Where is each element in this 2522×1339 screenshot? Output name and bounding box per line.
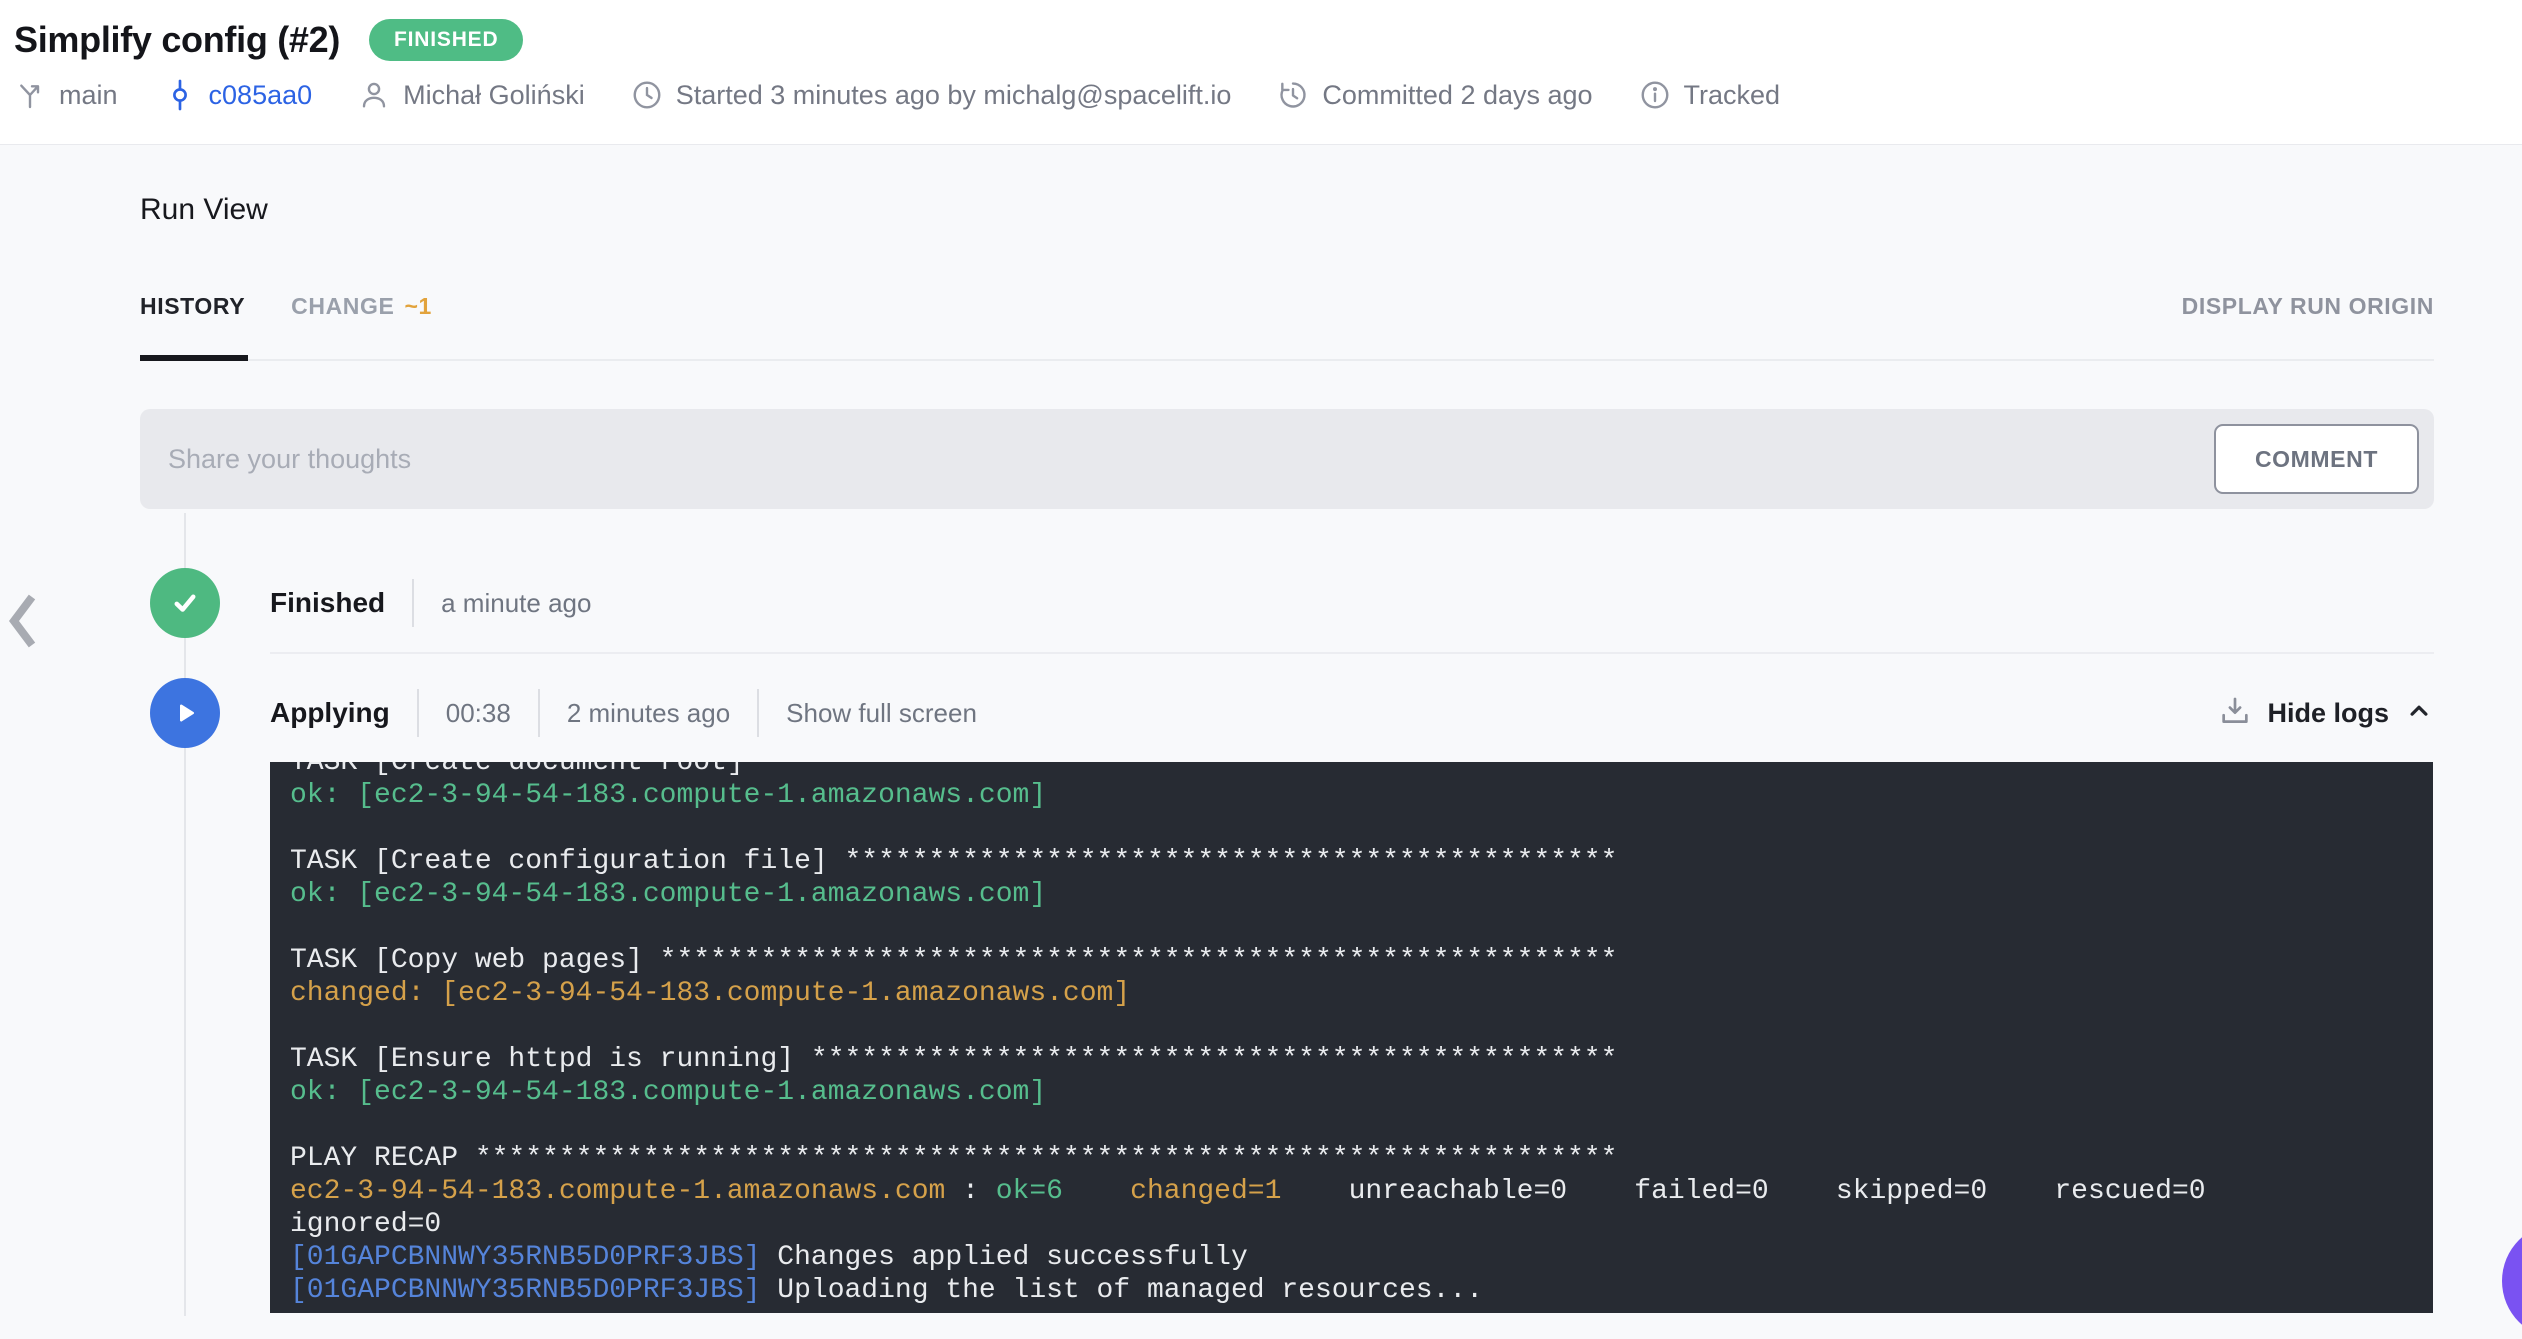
committed-text: Committed 2 days ago <box>1322 79 1593 110</box>
branch-meta: main <box>14 79 118 111</box>
applying-timestamp: 2 minutes ago <box>566 697 731 728</box>
section-heading: Run View <box>140 193 268 226</box>
commit-icon <box>164 79 196 111</box>
page-title: Simplify config (#2) <box>14 19 341 60</box>
log-line: PLAY RECAP *****************************… <box>290 1143 1618 1174</box>
download-logs-icon[interactable] <box>2218 694 2252 733</box>
run-view-panel: Run View HISTORY CHANGE ~1 DISPLAY RUN OR… <box>0 145 2522 1316</box>
log-line: ok: [ec2-3-94-54-183.compute-1.amazonaws… <box>290 879 1047 910</box>
active-tab-indicator <box>140 355 248 361</box>
commit-meta[interactable]: c085aa0 <box>164 79 313 111</box>
show-full-screen-link[interactable]: Show full screen <box>786 698 977 729</box>
committed-meta: Committed 2 days ago <box>1277 79 1593 111</box>
timeline-row-finished: Finished a minute ago <box>140 509 2434 652</box>
log-line: ok: [ec2-3-94-54-183.compute-1.amazonaws… <box>290 780 1047 811</box>
info-icon <box>1639 79 1671 111</box>
tracking-text: Tracked <box>1683 79 1781 110</box>
author-meta: Michał Goliński <box>358 79 585 111</box>
hide-logs-button[interactable]: Hide logs <box>2267 698 2389 729</box>
comment-bar: Share your thoughts COMMENT <box>140 409 2434 509</box>
chevron-up-icon[interactable] <box>2404 696 2434 731</box>
change-count-badge: ~1 <box>404 293 432 319</box>
log-line: ec2-3-94-54-183.compute-1.amazonaws.com … <box>290 1176 2206 1207</box>
run-header: Simplify config (#2) FINISHED main c085a… <box>0 0 2522 145</box>
branch-name: main <box>59 79 118 110</box>
applying-play-icon <box>150 678 220 748</box>
comment-button[interactable]: COMMENT <box>2213 424 2419 494</box>
started-text: Started 3 minutes ago by michalg@spaceli… <box>675 79 1232 110</box>
tab-change-label: CHANGE <box>291 293 395 319</box>
log-line: ignored=0 <box>290 1209 442 1240</box>
display-run-origin-button[interactable]: DISPLAY RUN ORIGIN <box>2182 293 2434 320</box>
log-line: changed: [ec2-3-94-54-183.compute-1.amaz… <box>290 978 1131 1009</box>
status-badge: FINISHED <box>369 19 524 61</box>
log-line: [01GAPCBNNWY35RNB5D0PRF3JBS] Changes app… <box>290 1242 1248 1273</box>
log-line: TASK [Ensure httpd is running] *********… <box>290 1044 1618 1075</box>
tab-change[interactable]: CHANGE ~1 <box>291 293 432 320</box>
tabs-row: HISTORY CHANGE ~1 DISPLAY RUN ORIGIN <box>140 293 2434 321</box>
clock-icon <box>631 79 663 111</box>
finished-check-icon <box>150 568 220 638</box>
terminal-log-pane[interactable]: TASK [Create document root] ************… <box>270 762 2433 1313</box>
divider <box>412 579 415 627</box>
comment-input[interactable]: Share your thoughts <box>168 444 2214 475</box>
divider <box>416 689 419 737</box>
person-icon <box>358 79 390 111</box>
commit-hash-link[interactable]: c085aa0 <box>209 80 313 111</box>
logs-controls: Hide logs <box>2218 694 2434 733</box>
log-line: TASK [Copy web pages] ******************… <box>290 945 1618 976</box>
log-line: ok: [ec2-3-94-54-183.compute-1.amazonaws… <box>290 1077 1047 1108</box>
applying-status-label: Applying <box>270 697 390 728</box>
divider <box>757 689 760 737</box>
tab-history[interactable]: HISTORY <box>140 293 245 320</box>
run-meta: main c085aa0 Michał Goliński Started 3 m… <box>14 79 2522 111</box>
log-line: TASK [Create document root] ************… <box>290 762 1618 778</box>
history-clock-icon <box>1277 79 1309 111</box>
author-name: Michał Goliński <box>403 79 585 110</box>
terminal-log: TASK [Create document root] ************… <box>290 762 2413 1307</box>
applying-duration: 00:38 <box>445 697 511 728</box>
log-line: [01GAPCBNNWY35RNB5D0PRF3JBS] Uploading t… <box>290 1275 1484 1306</box>
finished-timestamp: a minute ago <box>441 587 592 618</box>
branch-icon <box>14 79 46 111</box>
started-meta: Started 3 minutes ago by michalg@spaceli… <box>631 79 1232 111</box>
log-line: TASK [Create configuration file] *******… <box>290 846 1618 877</box>
collapse-left-chevron-icon[interactable] <box>8 592 38 655</box>
tabs-divider <box>140 355 2434 361</box>
finished-status-label: Finished <box>270 587 386 618</box>
timeline-row-applying: Applying 00:38 2 minutes ago Show full s… <box>140 654 2434 762</box>
tracking-meta: Tracked <box>1639 79 1781 111</box>
divider <box>537 689 540 737</box>
